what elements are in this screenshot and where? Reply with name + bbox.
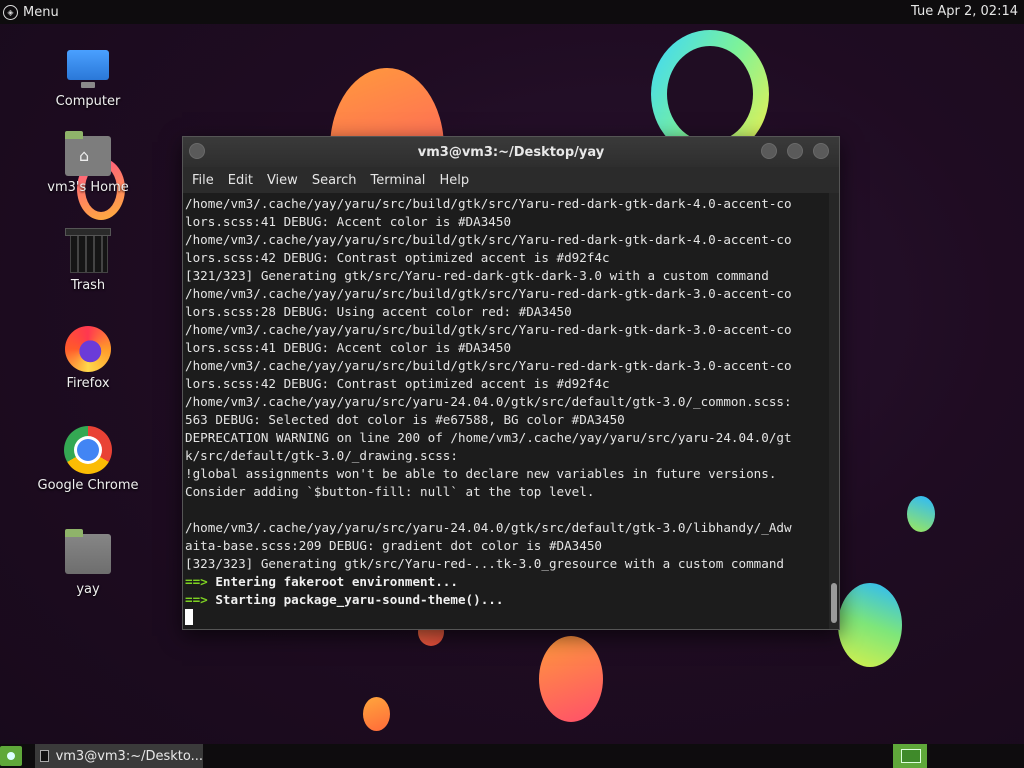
- terminal-line: /home/vm3/.cache/yay/yaru/src/build/gtk/…: [185, 286, 792, 301]
- home-folder-icon: ⌂: [65, 131, 111, 176]
- terminal-line: !global assignments won't be able to dec…: [185, 466, 777, 481]
- terminal-line: /home/vm3/.cache/yay/yaru/src/yaru-24.04…: [185, 394, 792, 409]
- desktop-icon-label: Computer: [55, 94, 121, 109]
- wallpaper-blob: [363, 697, 390, 731]
- maximize-button[interactable]: [787, 143, 803, 159]
- desktop-icon-chrome[interactable]: Google Chrome: [33, 426, 143, 493]
- desktop-icon-label: yay: [76, 582, 100, 597]
- menu-help[interactable]: Help: [439, 173, 469, 188]
- terminal-line: /home/vm3/.cache/yay/yaru/src/build/gtk/…: [185, 232, 792, 247]
- text-cursor: [185, 609, 193, 625]
- desktop-icon-trash[interactable]: Trash: [33, 228, 143, 293]
- taskbar-label: vm3@vm3:~/Deskto...: [55, 748, 203, 764]
- terminal-icon: [40, 750, 49, 762]
- status-line: Starting package_yaru-sound-theme()...: [215, 592, 504, 607]
- trash-icon: [65, 228, 111, 274]
- menu-view[interactable]: View: [267, 173, 298, 188]
- status-arrow: ==>: [185, 592, 208, 607]
- terminal-line: /home/vm3/.cache/yay/yaru/src/build/gtk/…: [185, 196, 792, 211]
- scrollbar-thumb[interactable]: [831, 583, 837, 623]
- terminal-line: 563 DEBUG: Selected dot color is #e67588…: [185, 412, 625, 427]
- desktop-icon-home[interactable]: ⌂ vm3's Home: [33, 131, 143, 195]
- taskbar-terminal-button[interactable]: vm3@vm3:~/Deskto...: [35, 744, 203, 768]
- desktop-icon-computer[interactable]: Computer: [33, 50, 143, 109]
- terminal-window[interactable]: vm3@vm3:~/Desktop/yay File Edit View Sea…: [182, 136, 840, 630]
- menu-search[interactable]: Search: [312, 173, 357, 188]
- desktop-icon-label: Google Chrome: [37, 478, 139, 493]
- terminal-menubar: File Edit View Search Terminal Help: [183, 167, 839, 193]
- terminal-output[interactable]: /home/vm3/.cache/yay/yaru/src/build/gtk/…: [183, 193, 829, 629]
- menu-file[interactable]: File: [192, 173, 214, 188]
- menu-button[interactable]: ◈ Menu: [0, 4, 59, 20]
- desktop-icon-yay[interactable]: yay: [33, 529, 143, 597]
- terminal-line: lors.scss:28 DEBUG: Using accent color r…: [185, 304, 572, 319]
- terminal-line: /home/vm3/.cache/yay/yaru/src/build/gtk/…: [185, 358, 792, 373]
- terminal-line: [323/323] Generating gtk/src/Yaru-red-..…: [185, 556, 784, 571]
- terminal-line: k/src/default/gtk-3.0/_drawing.scss:: [185, 448, 458, 463]
- minimize-button[interactable]: [761, 143, 777, 159]
- wallpaper-blob: [539, 636, 603, 722]
- terminal-line: Consider adding `$button-fill: null` at …: [185, 484, 595, 499]
- terminal-line: lors.scss:42 DEBUG: Contrast optimized a…: [185, 376, 610, 391]
- desktop-icon-firefox[interactable]: Firefox: [33, 326, 143, 391]
- terminal-line: /home/vm3/.cache/yay/yaru/src/build/gtk/…: [185, 322, 792, 337]
- workspace-switcher[interactable]: [893, 744, 927, 768]
- show-desktop-button[interactable]: [0, 746, 22, 766]
- menu-terminal[interactable]: Terminal: [370, 173, 425, 188]
- terminal-line: lors.scss:41 DEBUG: Accent color is #DA3…: [185, 214, 512, 229]
- status-arrow: ==>: [185, 574, 208, 589]
- status-line: Entering fakeroot environment...: [215, 574, 458, 589]
- menu-edit[interactable]: Edit: [228, 173, 253, 188]
- scrollbar[interactable]: [829, 193, 839, 629]
- top-panel: ◈ Menu Tue Apr 2, 02:14: [0, 0, 1024, 24]
- window-title: vm3@vm3:~/Desktop/yay: [417, 145, 605, 160]
- terminal-line: lors.scss:42 DEBUG: Contrast optimized a…: [185, 250, 610, 265]
- bottom-panel: vm3@vm3:~/Deskto...: [0, 744, 1024, 768]
- distro-logo-icon: ◈: [3, 4, 18, 20]
- terminal-line: aita-base.scss:209 DEBUG: gradient dot c…: [185, 538, 603, 553]
- chrome-icon: [64, 426, 112, 474]
- terminal-line: [321/323] Generating gtk/src/Yaru-red-da…: [185, 268, 769, 283]
- wallpaper-blob: [907, 496, 935, 532]
- computer-icon: [67, 50, 109, 88]
- terminal-line: DEPRECATION WARNING on line 200 of /home…: [185, 430, 792, 445]
- close-button[interactable]: [813, 143, 829, 159]
- clock[interactable]: Tue Apr 2, 02:14: [911, 4, 1018, 19]
- desktop-icon-label: Firefox: [66, 376, 110, 391]
- firefox-icon: [65, 326, 111, 372]
- menu-label: Menu: [23, 4, 59, 20]
- terminal-line: lors.scss:41 DEBUG: Accent color is #DA3…: [185, 340, 512, 355]
- desktop-icon-label: vm3's Home: [47, 180, 129, 195]
- window-titlebar[interactable]: vm3@vm3:~/Desktop/yay: [183, 137, 839, 167]
- terminal-line: /home/vm3/.cache/yay/yaru/src/yaru-24.04…: [185, 520, 792, 535]
- wallpaper-blob: [838, 583, 902, 667]
- desktop-icon-label: Trash: [70, 278, 106, 293]
- folder-icon: [65, 529, 111, 574]
